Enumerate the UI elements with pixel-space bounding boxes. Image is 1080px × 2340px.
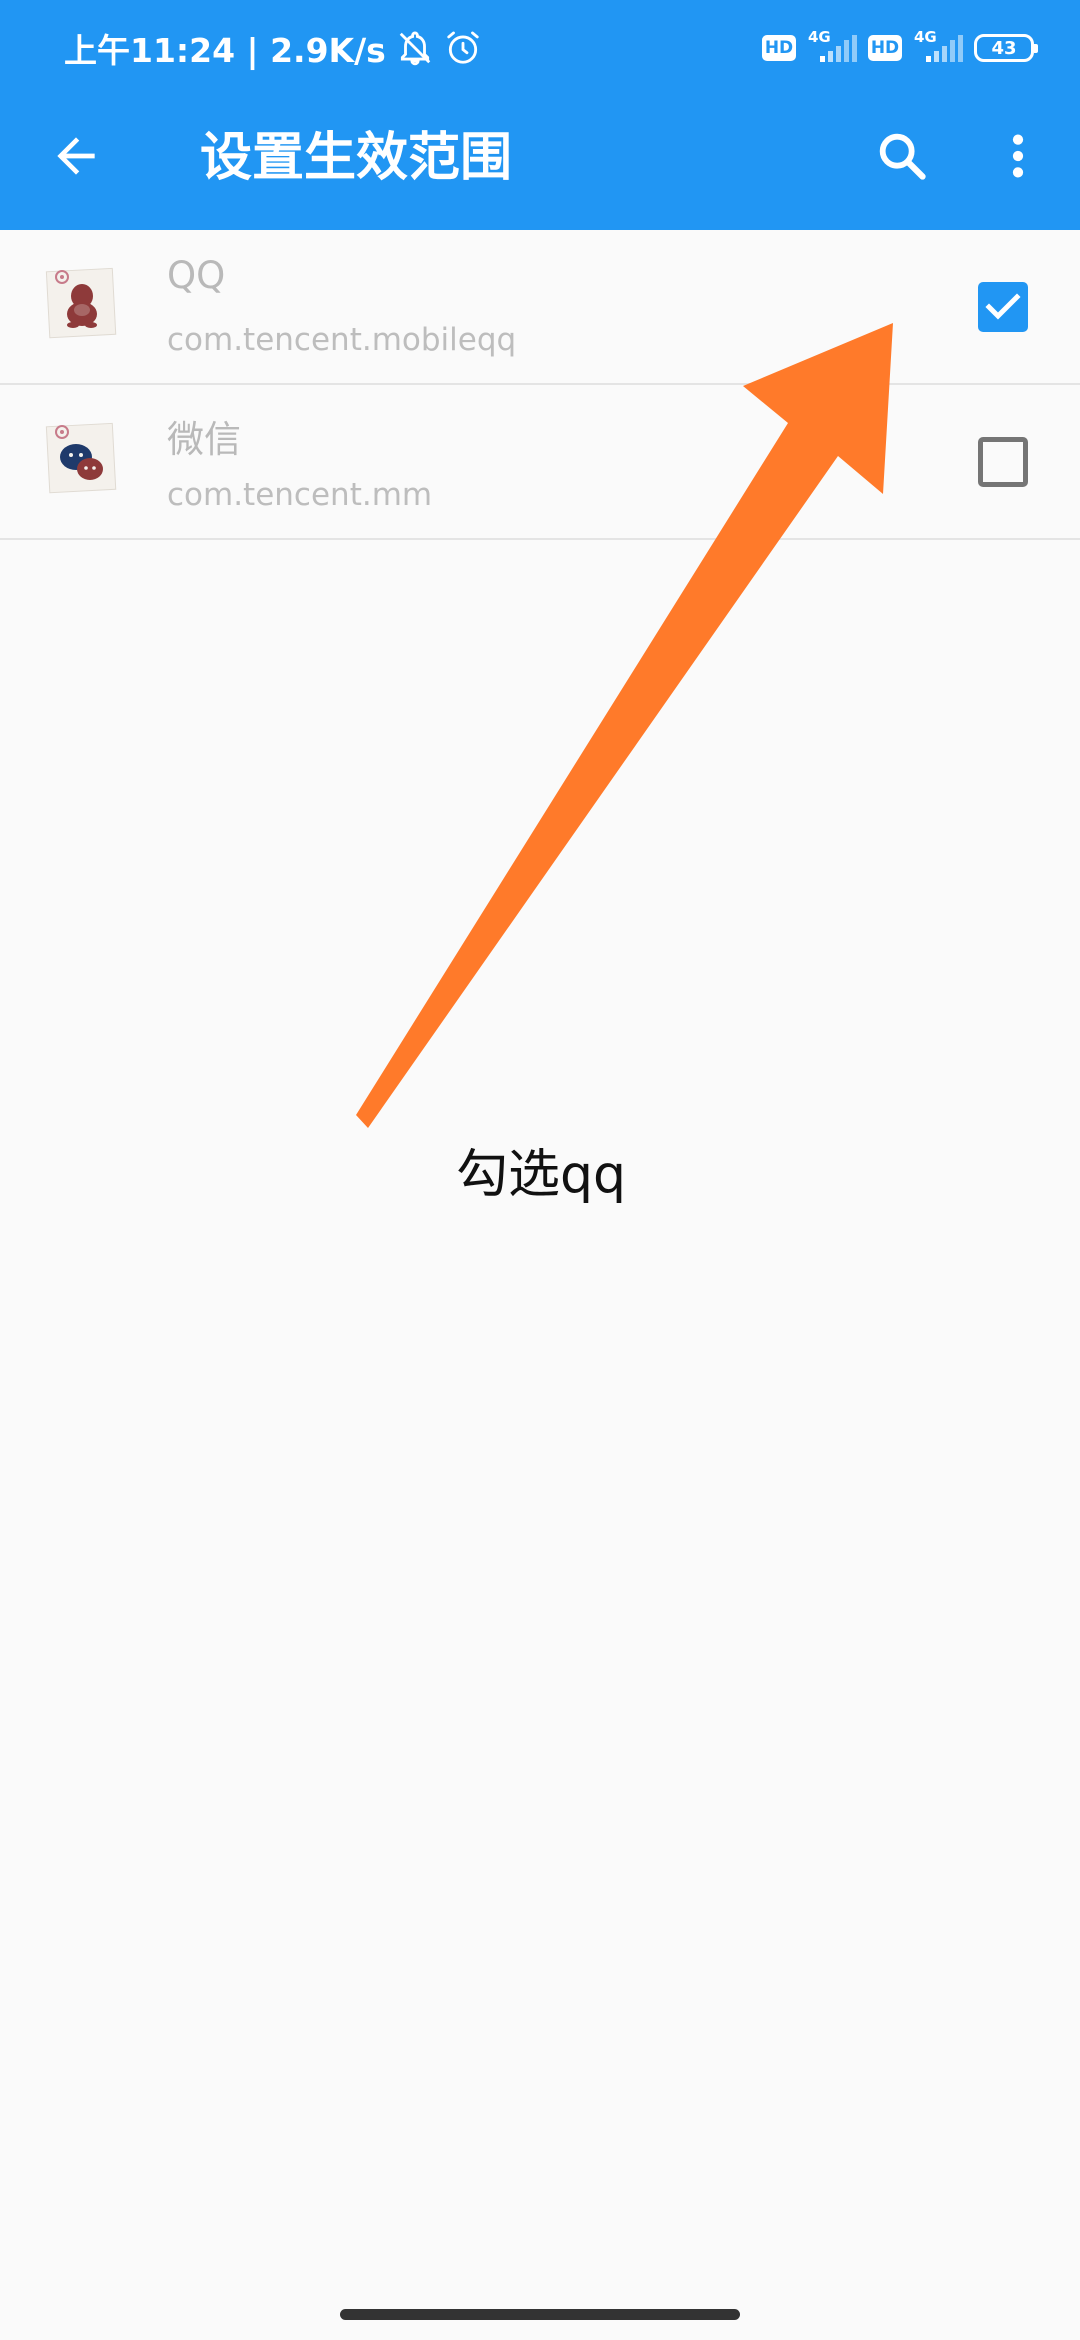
annotation-label: 勾选qq [456, 1145, 627, 1205]
screen: 上午11:24 | 2.9K/s HD 4G HD 4G 43 设置生效范围 Q… [0, 0, 1080, 2340]
annotation-arrow-shape [356, 323, 893, 1128]
home-indicator[interactable] [340, 2309, 740, 2320]
